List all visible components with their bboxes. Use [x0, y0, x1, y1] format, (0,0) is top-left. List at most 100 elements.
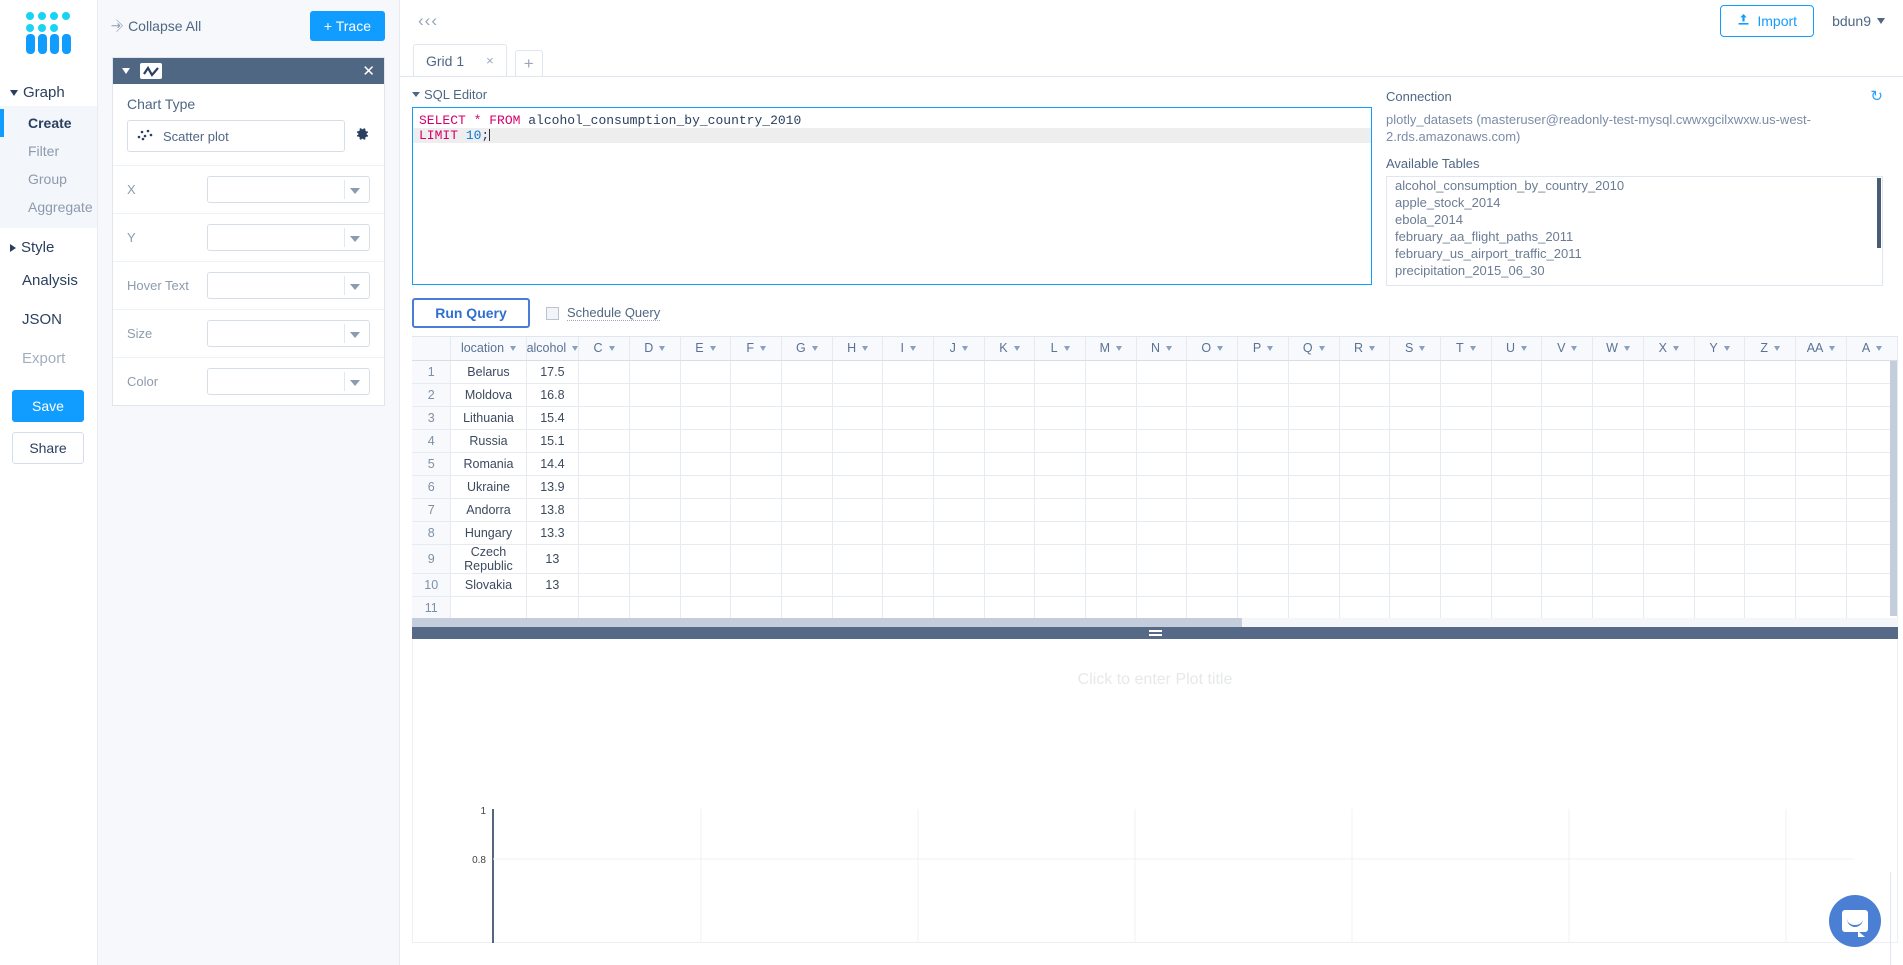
chevron-down-icon[interactable] [1267, 345, 1274, 351]
column-header-e[interactable]: E [680, 337, 732, 361]
grid-cell[interactable] [1288, 596, 1340, 618]
column-header-n[interactable]: N [1136, 337, 1188, 361]
grid-cell[interactable] [781, 383, 833, 407]
grid-cell[interactable] [882, 452, 934, 476]
grid-cell[interactable] [1592, 406, 1644, 430]
grid-cell[interactable] [1288, 452, 1340, 476]
refresh-icon[interactable]: ↻ [1870, 87, 1883, 105]
grid-cell[interactable] [832, 573, 884, 597]
grid-cell[interactable] [1339, 475, 1391, 499]
grid-cell[interactable] [1795, 475, 1848, 499]
grid-cell[interactable] [1136, 596, 1188, 618]
grid-cell[interactable]: Czech Republic [450, 544, 527, 574]
grid-cell[interactable] [1541, 573, 1594, 597]
grid-cell[interactable] [1085, 452, 1137, 476]
grid-cell[interactable] [1085, 544, 1137, 574]
chevron-down-icon[interactable] [1723, 345, 1730, 351]
grid-cell[interactable] [1744, 360, 1797, 384]
grid-cell[interactable] [1186, 383, 1239, 407]
grid-cell[interactable] [933, 498, 985, 522]
column-header-i[interactable]: I [882, 337, 934, 361]
grid-cell[interactable] [1237, 383, 1289, 407]
grid-cell[interactable] [1440, 544, 1492, 574]
grid-cell[interactable] [1694, 596, 1746, 618]
grid-cell[interactable] [1136, 544, 1188, 574]
column-header-c[interactable]: C [578, 337, 630, 361]
grid-cell[interactable] [730, 596, 782, 618]
grid-cell[interactable] [578, 521, 630, 545]
grid-cell[interactable] [1034, 544, 1086, 574]
grid-cell[interactable] [1491, 521, 1543, 545]
list-item[interactable]: alcohol_consumption_by_country_2010 [1387, 177, 1882, 194]
schedule-query-checkbox[interactable] [546, 306, 559, 320]
grid-cell[interactable] [1237, 406, 1289, 430]
grid-cell[interactable] [1440, 383, 1492, 407]
nav-graph-toggle[interactable]: Graph [0, 79, 97, 106]
grid-cell[interactable] [1491, 406, 1543, 430]
grid-cell[interactable]: Romania [450, 452, 527, 476]
column-header-alcohol[interactable]: alcohol [526, 337, 580, 361]
tab-grid-1[interactable]: Grid 1 × [413, 44, 507, 76]
grid-cell[interactable] [882, 596, 934, 618]
grid-cell[interactable] [1440, 406, 1492, 430]
grid-cell[interactable] [1085, 521, 1137, 545]
grid-cell[interactable] [984, 521, 1036, 545]
grid-cell[interactable] [882, 360, 934, 384]
grid-cell[interactable] [1744, 429, 1797, 453]
sidebar-item-json[interactable]: JSON [0, 300, 97, 339]
sidebar-item-aggregate[interactable]: Aggregate [0, 193, 97, 221]
grid-cell[interactable] [832, 544, 884, 574]
column-header-m[interactable]: M [1085, 337, 1137, 361]
column-header-u[interactable]: U [1491, 337, 1543, 361]
grid-cell[interactable] [1136, 498, 1188, 522]
panel-resize-handle[interactable] [412, 627, 1898, 639]
chevron-down-icon[interactable] [608, 345, 615, 351]
table-row[interactable]: 8 Hungary 13.3 [412, 521, 1898, 545]
column-header-y[interactable]: Y [1694, 337, 1746, 361]
chevron-down-icon[interactable] [1166, 345, 1173, 351]
grid-cell[interactable] [1339, 596, 1391, 618]
grid-cell[interactable] [1237, 596, 1289, 618]
grid-cell[interactable] [1541, 406, 1594, 430]
grid-cell[interactable] [1085, 498, 1137, 522]
grid-cell[interactable] [578, 498, 630, 522]
grid-cell[interactable] [1034, 406, 1086, 430]
grid-cell[interactable] [1643, 383, 1695, 407]
grid-cell[interactable] [1136, 383, 1188, 407]
grid-cell[interactable] [730, 452, 782, 476]
column-header-j[interactable]: J [933, 337, 985, 361]
grid-cell[interactable] [1085, 429, 1137, 453]
grid-cell[interactable] [1288, 475, 1340, 499]
column-header-z[interactable]: Z [1744, 337, 1797, 361]
list-item[interactable]: precipitation_2015_06_30 [1387, 262, 1882, 279]
grid-cell[interactable]: 15.1 [526, 429, 580, 453]
grid-cell[interactable] [1541, 452, 1594, 476]
grid-cell[interactable] [1034, 429, 1086, 453]
grid-cell[interactable] [1186, 596, 1239, 618]
grid-cell[interactable] [1694, 498, 1746, 522]
grid-cell[interactable] [1694, 521, 1746, 545]
grid-cell[interactable] [1186, 429, 1239, 453]
chevron-down-icon[interactable] [1571, 345, 1578, 351]
grid-cell[interactable] [1389, 429, 1442, 453]
sql-input[interactable]: SELECT * FROM alcohol_consumption_by_cou… [412, 107, 1372, 285]
grid-cell[interactable] [1288, 521, 1340, 545]
grid-cell[interactable] [1288, 544, 1340, 574]
column-header-k[interactable]: K [984, 337, 1036, 361]
grid-cell[interactable] [1491, 383, 1543, 407]
grid-cell[interactable] [984, 596, 1036, 618]
available-tables-list[interactable]: alcohol_consumption_by_country_2010 appl… [1386, 176, 1883, 286]
grid-cell[interactable] [1694, 544, 1746, 574]
grid-cell[interactable] [578, 429, 630, 453]
grid-cell[interactable] [578, 596, 630, 618]
wave-line-icon[interactable] [140, 63, 162, 79]
grid-cell[interactable] [984, 544, 1036, 574]
grid-cell[interactable] [1186, 475, 1239, 499]
grid-cell[interactable] [680, 475, 732, 499]
chevron-down-icon[interactable] [909, 345, 916, 351]
grid-cell[interactable] [730, 498, 782, 522]
grid-cell[interactable] [1694, 360, 1746, 384]
grid-cell[interactable] [1389, 360, 1442, 384]
column-header-aa[interactable]: AA [1795, 337, 1848, 361]
grid-cell[interactable] [1389, 406, 1442, 430]
